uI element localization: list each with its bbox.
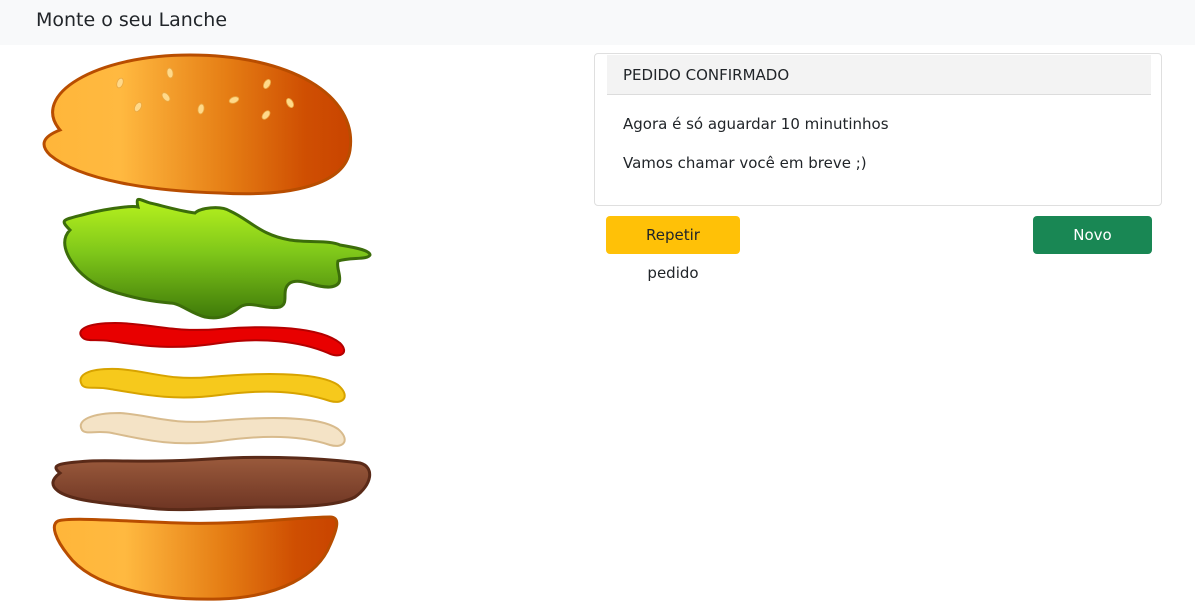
mayo-icon <box>79 411 346 447</box>
card-title: PEDIDO CONFIRMADO <box>623 66 790 84</box>
navbar: Monte o seu Lanche <box>0 0 1195 45</box>
bottom-bun-icon <box>52 515 339 601</box>
order-confirmation-card: PEDIDO CONFIRMADO Agora é só aguardar 10… <box>594 53 1162 206</box>
navbar-brand[interactable]: Monte o seu Lanche <box>36 8 227 32</box>
ketchup-icon <box>79 321 346 357</box>
top-bun-icon <box>42 53 353 196</box>
card-header: PEDIDO CONFIRMADO <box>607 55 1151 95</box>
patty-icon <box>51 455 371 512</box>
lettuce-icon <box>62 197 372 320</box>
repeat-order-button[interactable]: Repetir pedido <box>606 216 740 282</box>
new-order-button[interactable]: Novo pedido <box>1033 216 1152 282</box>
mustard-icon <box>79 367 346 403</box>
burger-illustration <box>42 53 372 601</box>
callback-message: Vamos chamar você em breve ;) <box>623 154 867 172</box>
wait-message: Agora é só aguardar 10 minutinhos <box>623 115 889 133</box>
